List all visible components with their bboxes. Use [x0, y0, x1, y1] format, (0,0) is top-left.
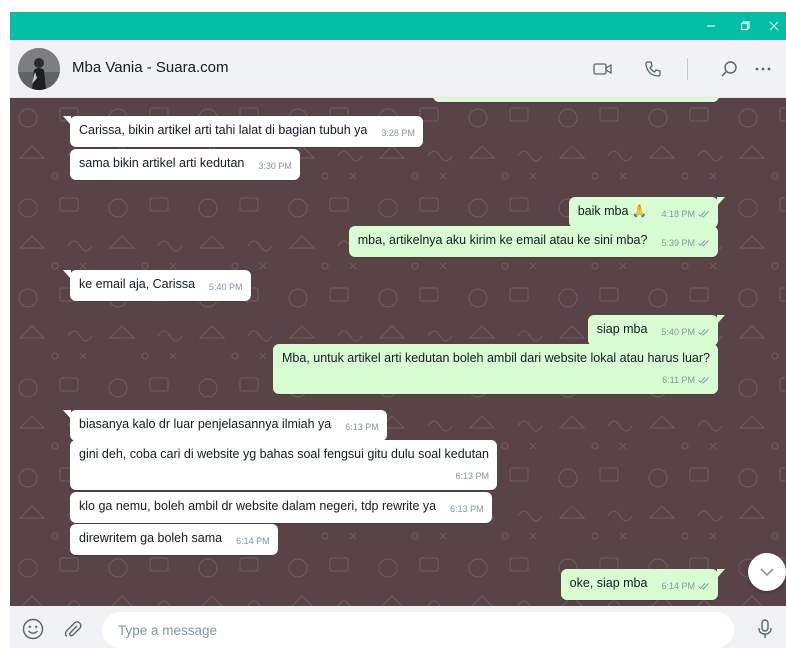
- message-time: 4:18 PM: [661, 206, 710, 222]
- message-time: 5:40 PM: [661, 324, 710, 340]
- restore-icon: [740, 21, 750, 31]
- contact-avatar[interactable]: [18, 48, 60, 90]
- message-text: klo ga nemu, boleh ambil dr website dala…: [79, 499, 437, 513]
- message-time: 5:40 PM: [209, 282, 243, 292]
- chat-area[interactable]: Carissa, bikin artikel arti tahi lalat d…: [10, 98, 786, 606]
- more-options-icon: [755, 67, 771, 71]
- emoji-button[interactable]: [20, 616, 46, 642]
- bubble-tail: [63, 116, 71, 125]
- minimize-button[interactable]: [694, 12, 728, 40]
- message-time: 5:39 PM: [661, 235, 710, 251]
- message-time: 6:14 PM: [661, 578, 710, 594]
- message-text: siap mba: [596, 322, 648, 336]
- read-receipt-icon: [698, 211, 709, 218]
- search-button[interactable]: [716, 56, 742, 82]
- message-bubble-outgoing[interactable]: mba, artikelnya aku kirim ke email atau …: [348, 226, 718, 257]
- message-time: 3:28 PM: [381, 128, 415, 138]
- read-receipt-icon: [698, 329, 709, 336]
- message-time: 6:13 PM: [345, 422, 379, 432]
- message-composer: [10, 606, 786, 648]
- message-text: biasanya kalo dr luar penjelasannya ilmi…: [79, 417, 332, 431]
- scroll-to-bottom-button[interactable]: [748, 553, 786, 591]
- message-bubble-incoming[interactable]: sama bikin artikel arti kedutan 3:30 PM: [70, 149, 300, 180]
- read-receipt-icon: [698, 240, 709, 247]
- whatsapp-window: Mba Vania - Suara.com Carissa, bikin art…: [10, 12, 786, 648]
- message-bubble-incoming[interactable]: ke email aja, Carissa 5:40 PM: [63, 270, 251, 301]
- emoji-icon: [22, 618, 44, 640]
- chat-header: Mba Vania - Suara.com: [10, 40, 786, 98]
- message-bubble-incoming[interactable]: klo ga nemu, boleh ambil dr website dala…: [70, 492, 492, 523]
- message-text: gini deh, coba cari di website yg bahas …: [79, 447, 489, 461]
- message-text: mba, artikelnya aku kirim ke email atau …: [357, 233, 648, 247]
- video-call-button[interactable]: [590, 56, 616, 82]
- bubble-tail: [717, 315, 725, 324]
- message-text: Mba, untuk artikel arti kedutan boleh am…: [281, 351, 710, 365]
- microphone-icon: [758, 619, 772, 638]
- read-receipt-icon: [698, 583, 709, 590]
- bubble-tail: [717, 197, 725, 206]
- close-icon: [769, 21, 779, 31]
- message-text: ke email aja, Carissa: [79, 277, 196, 291]
- more-options-button[interactable]: [750, 56, 776, 82]
- voice-message-button[interactable]: [752, 616, 778, 642]
- message-bubble-incoming[interactable]: Carissa, bikin artikel arti tahi lalat d…: [63, 116, 423, 147]
- message-text: oke, siap mba: [569, 576, 648, 590]
- close-button[interactable]: [762, 12, 786, 40]
- message-bubble-outgoing[interactable]: siap mba 5:40 PM: [587, 315, 725, 346]
- message-text: sama bikin artikel arti kedutan: [79, 156, 245, 170]
- message-text: direwritem ga boleh sama: [79, 531, 223, 545]
- search-icon: [721, 61, 737, 77]
- message-text: Carissa, bikin artikel arti tahi lalat d…: [79, 123, 368, 137]
- attach-button[interactable]: [60, 616, 86, 642]
- message-time: 3:30 PM: [258, 161, 292, 171]
- minimize-icon: [707, 25, 715, 27]
- video-call-icon: [593, 63, 612, 75]
- message-bubble-outgoing[interactable]: Mba, untuk artikel arti kedutan boleh am…: [272, 344, 718, 394]
- message-input[interactable]: [102, 612, 734, 648]
- chevron-down-icon: [760, 568, 774, 576]
- voice-call-button[interactable]: [640, 56, 666, 82]
- voice-call-icon: [645, 61, 661, 77]
- message-time: 6:13 PM: [455, 471, 489, 481]
- restore-button[interactable]: [728, 12, 762, 40]
- message-bubble-incoming[interactable]: direwritem ga boleh sama 6:14 PM: [70, 524, 278, 555]
- attach-icon: [64, 621, 82, 637]
- message-text: baik mba 🙏: [577, 204, 648, 218]
- bubble-tail: [63, 410, 71, 419]
- bubble-tail: [717, 569, 725, 578]
- message-bubble-outgoing-partial: [433, 98, 719, 102]
- message-time: 6:14 PM: [236, 536, 270, 546]
- bubble-tail: [63, 270, 71, 279]
- header-separator: [687, 58, 688, 80]
- message-bubble-outgoing[interactable]: oke, siap mba 6:14 PM: [560, 569, 725, 600]
- read-receipt-icon: [698, 377, 709, 384]
- message-bubble-outgoing[interactable]: baik mba 🙏 4:18 PM: [568, 197, 725, 228]
- message-time: 6:13 PM: [450, 504, 484, 514]
- contact-name[interactable]: Mba Vania - Suara.com: [72, 59, 228, 76]
- message-bubble-incoming[interactable]: biasanya kalo dr luar penjelasannya ilmi…: [63, 410, 387, 441]
- message-time: 6:11 PM: [282, 372, 710, 388]
- title-bar: [10, 12, 786, 40]
- message-bubble-incoming[interactable]: gini deh, coba cari di website yg bahas …: [70, 440, 497, 490]
